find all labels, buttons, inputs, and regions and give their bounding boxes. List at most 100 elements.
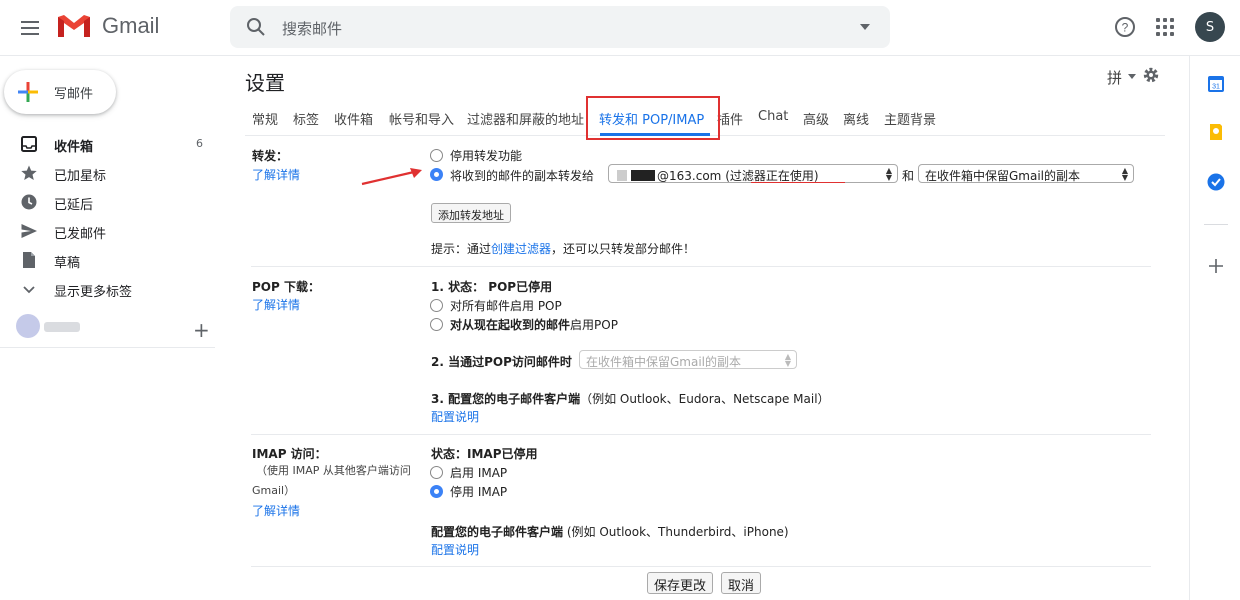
forwarding-enable-radio[interactable] xyxy=(430,168,443,181)
pop-new-bold: 对从现在起收到的邮件 xyxy=(450,318,571,332)
forward-keep-copy-select[interactable]: 在收件箱中保留Gmail的副本 ▲ ▼ xyxy=(918,164,1134,183)
pop-all-label: 对所有邮件启用 POP xyxy=(450,299,562,313)
sidebar-item-label: 草稿 xyxy=(54,256,81,271)
account-avatar[interactable]: S xyxy=(1195,12,1225,42)
send-icon xyxy=(21,224,37,238)
search-input[interactable]: 搜索邮件 xyxy=(282,18,342,39)
tab-filters[interactable]: 过滤器和屏蔽的地址 xyxy=(467,109,584,128)
imap-configure-rest: (例如 Outlook、Thunderbird、iPhone) xyxy=(563,525,789,539)
imap-enable-radio[interactable] xyxy=(430,466,443,479)
add-contact-icon[interactable]: + xyxy=(193,318,210,342)
divider xyxy=(0,347,215,348)
plus-icon xyxy=(18,82,38,102)
input-tools-button[interactable]: 拼 xyxy=(1107,67,1122,88)
add-addon-icon[interactable] xyxy=(1206,256,1226,276)
sidebar-item-label: 收件箱 xyxy=(54,140,94,155)
pop-new-rest: 启用POP xyxy=(570,318,618,332)
imap-config-instructions-link[interactable]: 配置说明 xyxy=(431,541,479,558)
imap-disable-label: 停用 IMAP xyxy=(450,485,508,499)
keep-icon[interactable] xyxy=(1206,122,1226,142)
imap-status-value: IMAP已停用 xyxy=(467,447,538,461)
tip-prefix: 提示：通过 xyxy=(431,242,492,256)
page-title: 设置 xyxy=(245,71,285,95)
pop-new-radio[interactable] xyxy=(430,318,443,331)
sidebar-item-starred[interactable]: 已加星标 xyxy=(0,158,215,187)
svg-text:31: 31 xyxy=(1212,84,1220,91)
tab-chat[interactable]: Chat xyxy=(758,109,788,124)
select-arrows-icon: ▲ ▼ xyxy=(784,352,791,368)
inbox-icon xyxy=(21,136,37,152)
tab-themes[interactable]: 主题背景 xyxy=(884,109,936,128)
pop-status: 1. 状态： POP已停用 xyxy=(431,278,552,295)
sidebar-item-more[interactable]: 显示更多标签 xyxy=(0,274,215,303)
imap-label: IMAP 访问： xyxy=(252,447,327,461)
redacted-email xyxy=(631,170,655,181)
gear-icon[interactable] xyxy=(1142,66,1160,84)
imap-disable-radio[interactable] xyxy=(430,485,443,498)
imap-learn-more-link[interactable]: 了解详情 xyxy=(252,502,300,519)
forwarding-learn-more-link[interactable]: 了解详情 xyxy=(252,166,300,183)
tab-offline[interactable]: 离线 xyxy=(843,109,869,128)
forwarding-disable-radio[interactable] xyxy=(430,149,443,162)
filter-in-use-note: (过滤器正在使用) xyxy=(725,169,819,183)
imap-sub-line2: Gmail） xyxy=(252,484,296,497)
tab-accounts[interactable]: 帐号和导入 xyxy=(389,109,454,128)
sidebar-item-label: 已加星标 xyxy=(54,169,107,184)
settings-panel: 设置 拼 常规 标签 收件箱 帐号和导入 过滤器和屏蔽的地址 转发和 POP/I… xyxy=(230,56,1185,600)
forward-address-select[interactable]: @163.com (过滤器正在使用) ▲ ▼ xyxy=(608,164,898,183)
svg-text:?: ? xyxy=(1122,21,1129,35)
divider xyxy=(251,266,1151,267)
calendar-icon[interactable]: 31 xyxy=(1206,74,1226,94)
pop-status-value: POP已停用 xyxy=(488,280,553,294)
forward-keep-copy-value: 在收件箱中保留Gmail的副本 xyxy=(925,169,1081,183)
avatar xyxy=(16,314,40,338)
redacted-email xyxy=(617,170,627,181)
divider xyxy=(251,434,1151,435)
star-icon xyxy=(21,165,37,180)
search-options-icon[interactable] xyxy=(860,24,870,30)
sidebar-item-label: 显示更多标签 xyxy=(54,285,133,300)
tab-addons[interactable]: 插件 xyxy=(717,109,743,128)
tab-labels[interactable]: 标签 xyxy=(293,109,319,128)
sidebar-item-inbox[interactable]: 收件箱 6 xyxy=(0,129,215,158)
chevron-down-icon xyxy=(23,286,35,294)
annotation-arrow-icon xyxy=(361,168,422,186)
sidebar-item-drafts[interactable]: 草稿 xyxy=(0,245,215,274)
imap-status-prefix: 状态： xyxy=(431,447,468,461)
annotation-highlight-box xyxy=(586,96,720,140)
tab-general[interactable]: 常规 xyxy=(252,109,278,128)
annotation-underline xyxy=(751,182,845,183)
chevron-down-icon[interactable] xyxy=(1128,74,1136,79)
create-filter-link[interactable]: 创建过滤器 xyxy=(491,242,551,256)
search-icon[interactable] xyxy=(246,17,266,37)
imap-configure: 配置您的电子邮件客户端 (例如 Outlook、Thunderbird、iPho… xyxy=(431,523,789,540)
sidebar-item-label: 已延后 xyxy=(54,198,94,213)
gmail-logo[interactable]: Gmail xyxy=(56,13,159,39)
add-forwarding-address-button[interactable]: 添加转发地址 xyxy=(431,203,511,223)
tab-inbox[interactable]: 收件箱 xyxy=(334,109,373,128)
tab-advanced[interactable]: 高级 xyxy=(803,109,829,128)
tasks-icon[interactable] xyxy=(1206,172,1226,192)
sidebar-item-label: 已发邮件 xyxy=(54,227,107,242)
save-changes-button[interactable]: 保存更改 xyxy=(647,572,714,594)
pop-when-access-value: 在收件箱中保留Gmail的副本 xyxy=(586,355,742,369)
menu-icon[interactable] xyxy=(12,10,48,46)
cancel-button[interactable]: 取消 xyxy=(721,572,762,594)
search-bar[interactable]: 搜索邮件 xyxy=(230,6,890,48)
help-icon[interactable]: ? xyxy=(1114,16,1136,38)
top-bar: Gmail 搜索邮件 ? S xyxy=(0,0,1240,56)
pop-when-access-select[interactable]: 在收件箱中保留Gmail的副本 ▲ ▼ xyxy=(579,350,797,369)
apps-icon[interactable] xyxy=(1156,18,1174,36)
profile-name-redacted xyxy=(44,322,80,332)
pop-new-label: 对从现在起收到的邮件启用POP xyxy=(450,316,618,333)
sidebar-item-snoozed[interactable]: 已延后 xyxy=(0,187,215,216)
sidebar-item-sent[interactable]: 已发邮件 xyxy=(0,216,215,245)
draft-icon xyxy=(23,252,35,268)
divider xyxy=(1204,224,1228,225)
clock-icon xyxy=(21,194,37,210)
pop-label: POP 下载： xyxy=(252,280,320,294)
pop-config-instructions-link[interactable]: 配置说明 xyxy=(431,408,479,425)
pop-learn-more-link[interactable]: 了解详情 xyxy=(252,296,300,313)
compose-button[interactable]: 写邮件 xyxy=(4,70,116,114)
pop-all-radio[interactable] xyxy=(430,299,443,312)
